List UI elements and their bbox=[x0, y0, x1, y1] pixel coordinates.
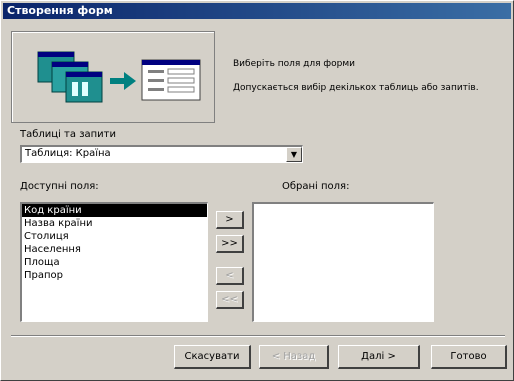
list-item[interactable]: Прапор bbox=[22, 269, 207, 282]
remove-all-fields-button[interactable]: << bbox=[216, 291, 244, 309]
list-item[interactable]: Населення bbox=[22, 243, 207, 256]
instruction-line-1: Виберіть поля для форми bbox=[233, 59, 355, 69]
back-button[interactable]: < Назад bbox=[259, 345, 329, 369]
tables-queries-label: Таблиці та запити bbox=[20, 129, 116, 140]
tables-queries-combobox[interactable]: Таблиця: Країна ▼ bbox=[20, 145, 303, 163]
combobox-value: Таблиця: Країна bbox=[25, 148, 111, 159]
add-all-fields-button[interactable]: >> bbox=[216, 235, 244, 253]
finish-button[interactable]: Готово bbox=[431, 345, 507, 369]
add-field-button[interactable]: > bbox=[216, 211, 244, 229]
available-fields-list[interactable]: Код країни Назва країни Столиця Населенн… bbox=[20, 202, 208, 322]
footer-divider bbox=[11, 335, 505, 337]
next-button[interactable]: Далі > bbox=[338, 345, 420, 369]
selected-fields-label: Обрані поля: bbox=[282, 181, 350, 192]
available-fields-label: Доступні поля: bbox=[20, 181, 99, 192]
chevron-down-icon[interactable]: ▼ bbox=[286, 147, 302, 162]
list-item[interactable]: Назва країни bbox=[22, 217, 207, 230]
list-item[interactable]: Площа bbox=[22, 256, 207, 269]
list-item[interactable]: Столиця bbox=[22, 230, 207, 243]
remove-field-button[interactable]: < bbox=[216, 267, 244, 285]
list-item[interactable]: Код країни bbox=[22, 204, 207, 217]
instruction-line-2: Допускається вибір декількох таблиць або… bbox=[233, 83, 479, 93]
window-title: Створення форм bbox=[3, 3, 511, 19]
form-wizard-icon bbox=[37, 51, 201, 103]
wizard-illustration bbox=[11, 31, 215, 123]
form-wizard-dialog: Створення форм Виберіть поля для форми Д… bbox=[0, 0, 514, 381]
selected-fields-list[interactable] bbox=[252, 202, 434, 322]
cancel-button[interactable]: Скасувати bbox=[174, 345, 251, 369]
